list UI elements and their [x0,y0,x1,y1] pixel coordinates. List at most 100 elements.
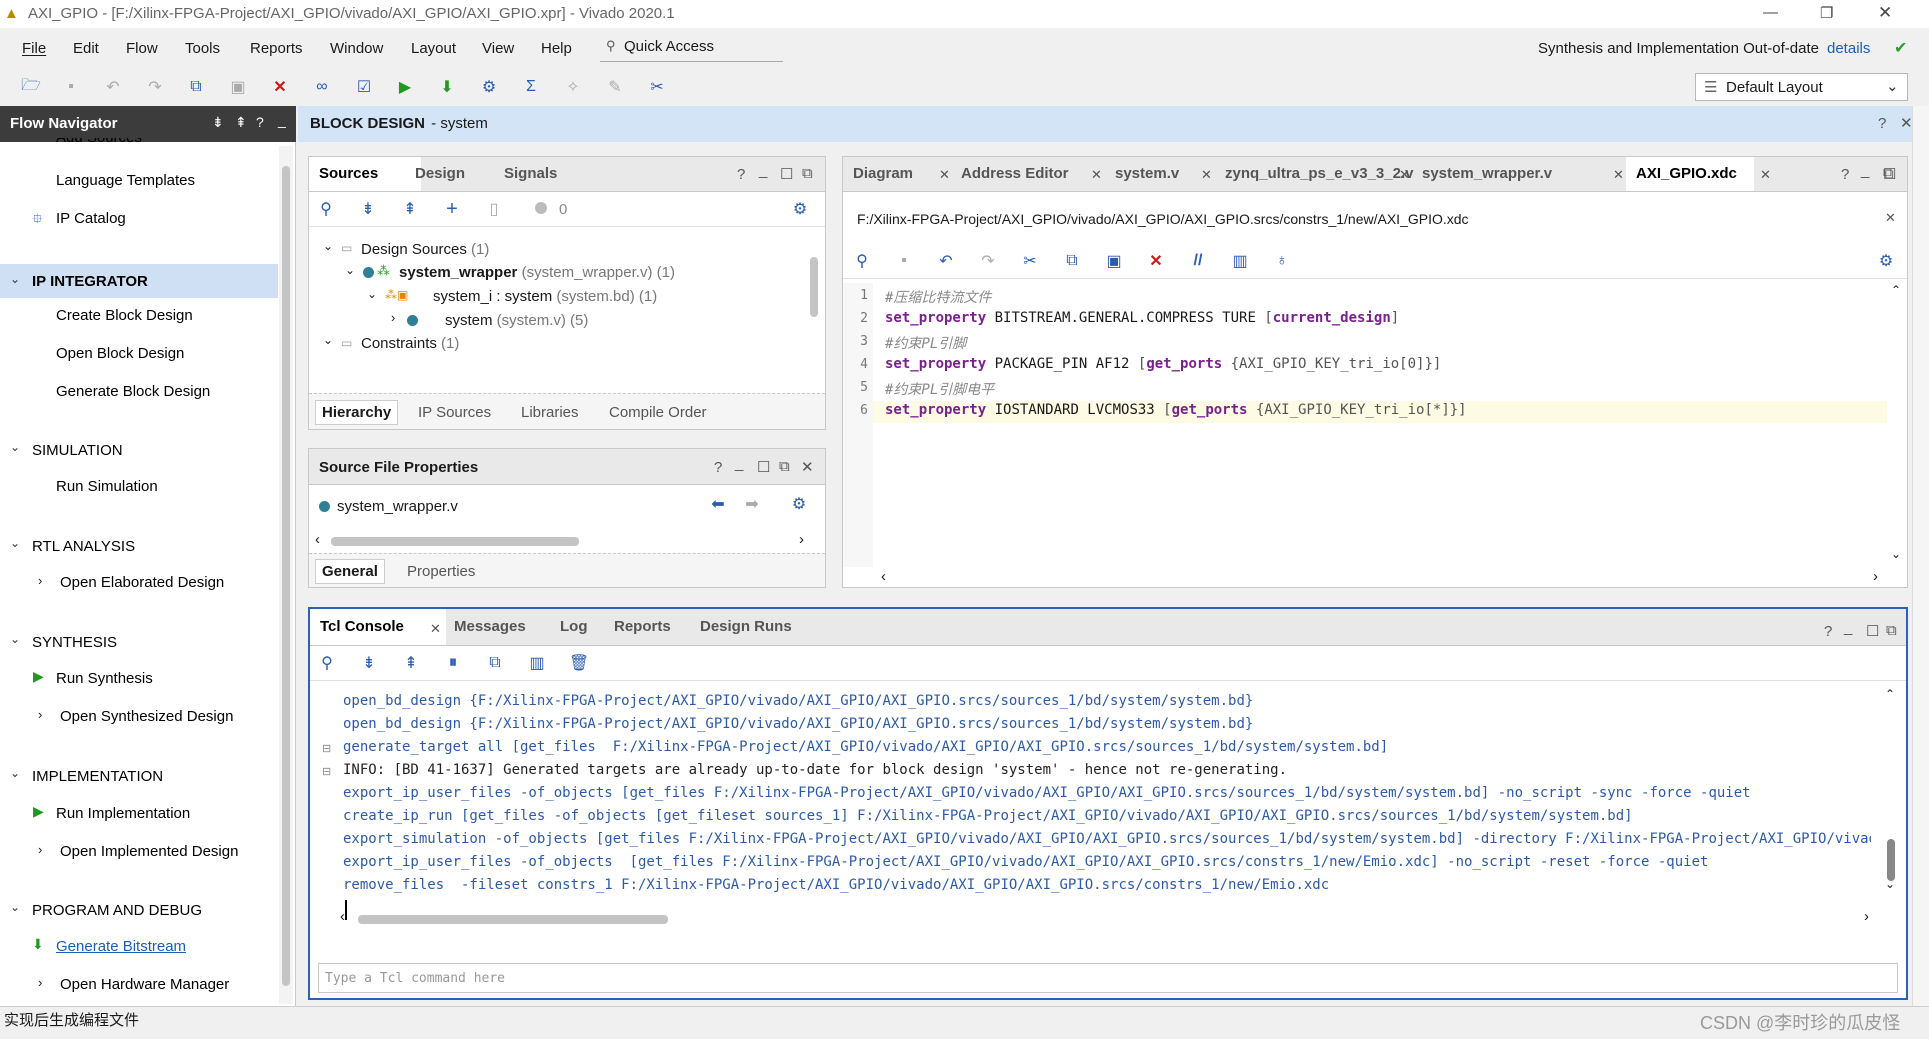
nav-generate-block-design[interactable]: Generate Block Design [56,383,210,400]
tab-zynq-ultra-ps[interactable]: zynq_ultra_ps_e_v3_3_2.v [1215,157,1423,191]
section-ip-integrator[interactable]: ⌄ IP INTEGRATOR [0,264,278,298]
section-simulation[interactable]: SIMULATION [32,442,123,459]
nav-run-implementation[interactable]: Run Implementation [56,805,190,822]
maximize-icon[interactable]: ☐ [780,165,793,183]
chevron-down-icon[interactable]: ⌄ [323,333,333,347]
scrollbar-thumb[interactable] [358,915,668,924]
settings-icon[interactable]: ⚙ [787,196,813,222]
quick-access-field[interactable]: ⚲ Quick Access [600,34,783,62]
chevron-down-icon[interactable]: ⌄ [10,766,20,780]
help-icon[interactable]: ? [714,459,722,476]
fold-icon[interactable]: ⊟ [322,742,331,755]
scrollbar-thumb[interactable] [1887,839,1895,881]
source-props-hscroll[interactable]: ‹ › [313,531,821,549]
cross-tool-icon[interactable]: ✂ [644,74,670,100]
tab-address-editor[interactable]: Address Editor [951,157,1079,191]
close-icon[interactable]: ✕ [1900,114,1913,132]
close-icon[interactable]: ✕ [430,621,441,637]
editor-hscroll[interactable]: ‹ › [873,568,1889,587]
section-implementation[interactable]: IMPLEMENTATION [32,768,163,785]
tree-system-wrapper[interactable]: system_wrapper (system_wrapper.v) (1) [399,264,675,281]
help-icon[interactable]: ? [256,114,264,130]
nav-add-sources-partial[interactable]: Add Sources [56,138,142,148]
console-hscroll[interactable]: ‹ › [340,908,1880,927]
chevron-down-icon[interactable]: ⌄ [10,632,20,646]
help-icon[interactable]: ? [1824,623,1832,640]
code-line[interactable]: #约束PL引脚电平 [885,379,994,399]
comment-icon[interactable]: // [1185,248,1211,274]
tab-libraries[interactable]: Libraries [521,404,579,421]
binoculars-icon[interactable]: ∞ [309,74,335,100]
expand-all-icon[interactable]: ⇞ [235,114,247,131]
delete-icon[interactable]: ✕ [1143,248,1169,274]
chevron-down-icon[interactable]: ⌄ [10,440,20,454]
lightbulb-icon[interactable]: ♁ [1269,248,1295,274]
file-icon[interactable]: ▯ [481,196,507,222]
close-icon[interactable]: ✕ [1399,167,1410,183]
nav-language-templates[interactable]: Language Templates [56,172,195,189]
expand-all-icon[interactable]: ⇞ [397,196,423,222]
tab-compile-order[interactable]: Compile Order [609,404,707,421]
pause-icon[interactable]: ⏸ [440,650,466,676]
layout-select[interactable]: ☰ Default Layout ⌄ [1695,73,1908,101]
maximize-button[interactable]: ❐ [1820,4,1833,22]
menu-file[interactable]: File [22,40,46,57]
fold-icon[interactable]: ⊟ [322,765,331,778]
help-icon[interactable]: ? [1878,115,1886,132]
minimize-icon[interactable]: _ [759,162,767,179]
search-icon[interactable]: ⚲ [313,196,339,222]
save-icon[interactable]: ▪ [58,74,84,100]
minimize-icon[interactable]: _ [278,112,286,128]
chevron-down-icon[interactable]: ⌄ [323,239,333,253]
menu-edit[interactable]: Edit [73,40,99,57]
tab-tcl-console[interactable]: Tcl Console [310,609,446,645]
close-window-button[interactable]: ✕ [1878,3,1892,23]
tab-reports[interactable]: Reports [604,609,681,645]
menu-window[interactable]: Window [330,40,383,57]
trash-icon[interactable]: 🗑 [566,650,592,676]
tab-log[interactable]: Log [550,609,598,645]
tab-signals[interactable]: Signals [494,157,567,191]
help-icon[interactable]: ? [737,166,745,183]
copy-icon[interactable]: ⧉ [482,650,508,676]
expand-all-icon[interactable]: ⇞ [398,650,424,676]
close-icon[interactable]: ✕ [1201,167,1212,183]
nav-create-block-design[interactable]: Create Block Design [56,307,193,324]
code-line[interactable]: #约束PL引脚 [885,333,966,353]
undo-icon[interactable]: ↶ [933,248,959,274]
console-vscroll[interactable]: ⌃ ⌄ [1882,687,1900,897]
code-line[interactable]: set_property BITSTREAM.GENERAL.COMPRESS … [885,310,1399,326]
sigma-icon[interactable]: Σ [518,74,544,100]
section-rtl-analysis[interactable]: RTL ANALYSIS [32,538,135,555]
tab-system-v[interactable]: system.v [1105,157,1189,191]
scrollbar-thumb[interactable] [331,537,579,546]
nav-generate-bitstream[interactable]: Generate Bitstream [56,938,186,955]
nav-open-synthesized-design[interactable]: Open Synthesized Design [60,708,233,725]
tab-system-wrapper-v[interactable]: system_wrapper.v [1412,157,1562,191]
paste-icon[interactable]: ▣ [1101,248,1127,274]
tab-ip-sources[interactable]: IP Sources [418,404,491,421]
editor-vscroll[interactable]: ⌃ ⌄ [1889,283,1905,571]
code-line[interactable]: #压缩比特流文件 [885,287,991,307]
forward-arrow-icon[interactable]: ➡ [739,491,765,517]
redo-icon[interactable]: ↷ [975,248,1001,274]
section-program-and-debug[interactable]: PROGRAM AND DEBUG [32,902,202,919]
menu-flow[interactable]: Flow [126,40,158,57]
menu-reports[interactable]: Reports [250,40,303,57]
maximize-icon[interactable]: ☐ [1866,622,1879,640]
minimize-button[interactable]: — [1763,4,1778,21]
settings-icon[interactable]: ⚙ [786,491,812,517]
minimize-icon[interactable]: _ [1861,162,1869,179]
tree-design-sources[interactable]: Design Sources (1) [361,241,489,258]
tab-design[interactable]: Design [405,157,475,191]
chevron-down-icon[interactable]: ⌄ [345,263,355,277]
delete-icon[interactable]: ✕ [267,74,293,100]
details-link[interactable]: details [1827,40,1870,57]
collapse-all-icon[interactable]: ⇟ [212,114,224,131]
close-icon[interactable]: ✕ [801,458,814,476]
close-icon[interactable]: ✕ [1613,167,1624,183]
tab-hierarchy[interactable]: Hierarchy [315,400,399,425]
copy-icon[interactable]: ⧉ [183,74,209,100]
columns-icon[interactable]: ▥ [1227,248,1253,274]
menu-view[interactable]: View [482,40,514,57]
